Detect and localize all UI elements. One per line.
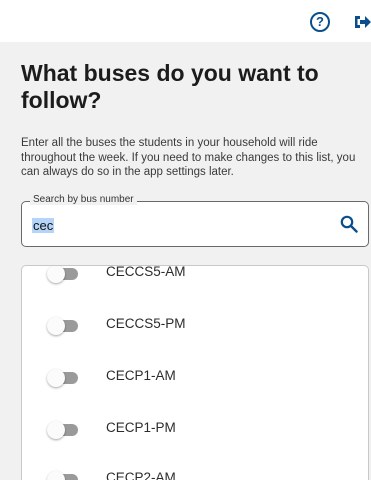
- page-title: What buses do you want to follow?: [21, 60, 319, 113]
- search-label: Search by bus number: [30, 194, 137, 205]
- follow-toggle[interactable]: [47, 471, 78, 480]
- toggle-knob: [47, 369, 65, 387]
- top-bar: ?: [0, 0, 371, 42]
- bus-label: CECP2-AM: [106, 470, 176, 480]
- follow-toggle[interactable]: [47, 266, 78, 283]
- bus-label: CECP1-PM: [106, 420, 176, 435]
- list-item[interactable]: CECCS5-PM: [22, 314, 368, 344]
- bus-label: CECCS5-PM: [106, 316, 186, 331]
- search-input[interactable]: cec: [32, 218, 55, 233]
- toggle-knob: [47, 266, 65, 283]
- list-item[interactable]: CECCS5-AM: [22, 265, 368, 292]
- list-item[interactable]: CECP2-AM: [22, 468, 368, 480]
- page-description: Enter all the buses the students in your…: [21, 137, 356, 178]
- bus-label: CECP1-AM: [106, 368, 176, 383]
- toggle-knob: [47, 421, 65, 439]
- search-icon[interactable]: [340, 215, 358, 233]
- follow-toggle[interactable]: [47, 317, 78, 335]
- help-icon[interactable]: ?: [310, 12, 330, 32]
- toggle-knob: [47, 317, 65, 335]
- toggle-knob: [47, 471, 65, 480]
- follow-toggle[interactable]: [47, 369, 78, 387]
- follow-toggle[interactable]: [47, 421, 78, 439]
- logout-icon[interactable]: [354, 12, 371, 32]
- list-item[interactable]: CECP1-PM: [22, 418, 368, 448]
- search-field[interactable]: Search by bus number cec: [21, 194, 369, 247]
- bus-list[interactable]: CECCS5-AM CECCS5-PM CECP1-AM CECP1-PM CE…: [21, 265, 369, 480]
- bus-label: CECCS5-AM: [106, 265, 186, 279]
- list-item[interactable]: CECP1-AM: [22, 366, 368, 396]
